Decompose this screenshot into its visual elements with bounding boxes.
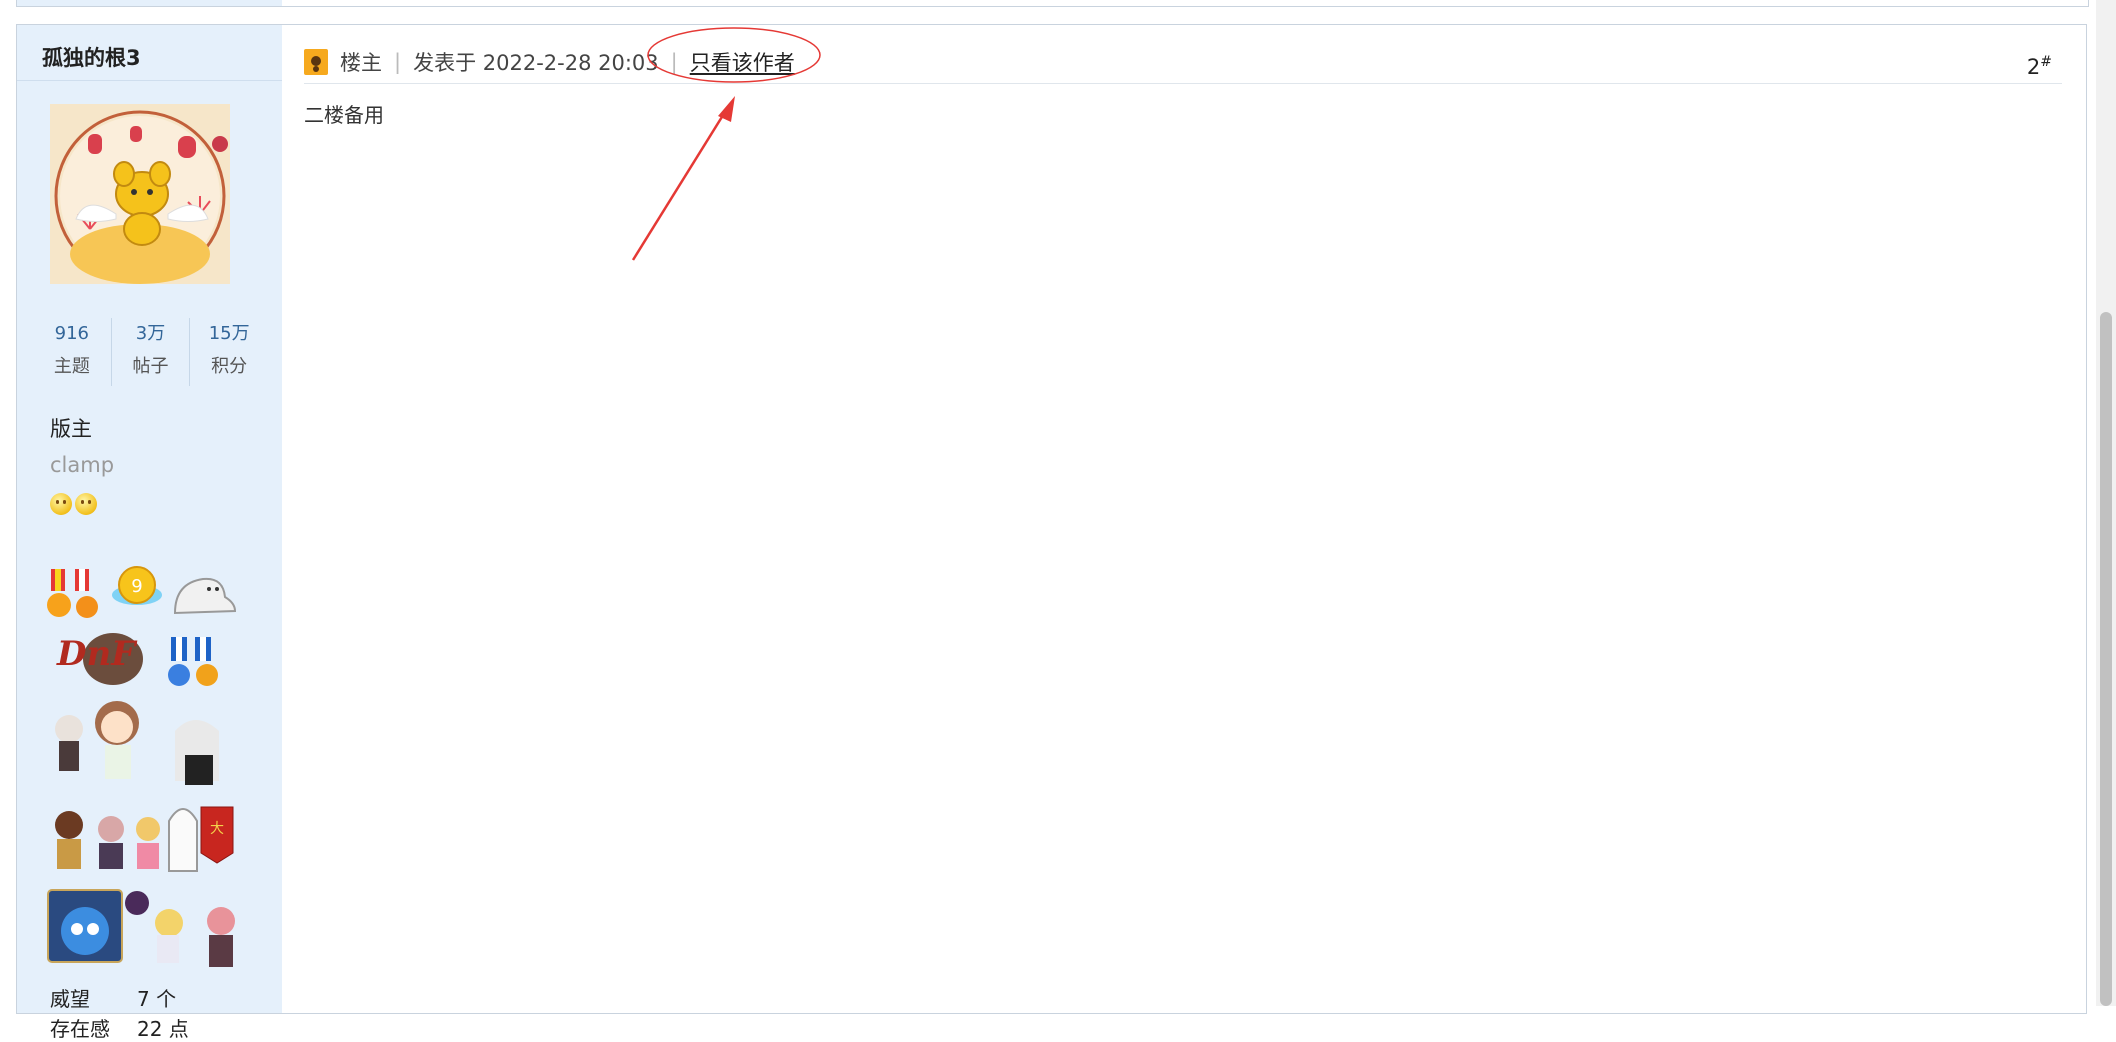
thread-owner-icon xyxy=(304,49,328,75)
banner-flag-icon[interactable]: 大 xyxy=(199,805,235,865)
stat-threads[interactable]: 916 主题 xyxy=(33,318,111,386)
forum-post: 孤独的根3 916 主题 3万 帖子 15万 积分 版主 clamp 9 DnF… xyxy=(16,24,2087,1041)
stat-label: 主题 xyxy=(53,356,90,377)
scrollbar-thumb[interactable] xyxy=(2100,312,2112,1006)
character-pink-hair-icon[interactable] xyxy=(199,905,243,969)
post-main: 楼主 | 发表于 2022-2-28 20:03 | 只看该作者 2# 二楼备用 xyxy=(282,25,2086,1013)
character-fairy-icon[interactable] xyxy=(125,889,197,965)
medal-blue-icon[interactable] xyxy=(167,637,229,689)
svg-text:大: 大 xyxy=(210,821,224,837)
author-stats: 916 主题 3万 帖子 15万 积分 xyxy=(33,318,268,386)
previous-post-edge xyxy=(16,0,2089,7)
info-presence: 存在感 22 点 xyxy=(50,1013,189,1042)
stat-value[interactable]: 15万 xyxy=(190,318,268,350)
info-value: 22 点 xyxy=(137,1017,189,1041)
stat-value[interactable]: 3万 xyxy=(112,318,190,350)
op-label: 楼主 xyxy=(340,51,382,75)
separator: | xyxy=(394,50,402,74)
floor-mark: # xyxy=(2040,54,2052,70)
stat-label: 积分 xyxy=(211,356,248,377)
seal-icon[interactable] xyxy=(165,565,237,621)
smiley-icon xyxy=(50,493,72,515)
stat-value[interactable]: 916 xyxy=(33,318,111,350)
stat-posts[interactable]: 3万 帖子 xyxy=(110,318,190,386)
character-pink-icon[interactable] xyxy=(91,813,131,871)
avatar[interactable] xyxy=(50,104,230,284)
floor-number-value: 2 xyxy=(2026,55,2041,79)
medal-ribbon-icon[interactable] xyxy=(47,567,109,625)
author-username[interactable]: 孤独的根3 xyxy=(42,42,141,72)
character-blonde-icon[interactable] xyxy=(131,813,165,871)
info-key: 存在感 xyxy=(50,1017,110,1041)
character-figure-icon[interactable] xyxy=(47,711,91,777)
character-white-hair-icon[interactable] xyxy=(165,711,231,787)
separator: | xyxy=(670,50,678,74)
custom-title: clamp xyxy=(50,453,115,477)
divider xyxy=(17,80,282,81)
rank-stars xyxy=(50,493,97,515)
view-author-only-link[interactable]: 只看该作者 xyxy=(690,47,795,77)
post-time: 发表于 2022-2-28 20:03 xyxy=(413,51,659,75)
dnf-logo-icon[interactable]: DnF xyxy=(47,625,167,689)
post-content: 二楼备用 xyxy=(304,103,384,127)
info-value: 7 个 xyxy=(137,987,177,1011)
gold-badge-icon[interactable]: 9 xyxy=(111,565,163,613)
svg-text:DnF: DnF xyxy=(56,634,138,674)
smiley-icon xyxy=(75,493,97,515)
author-sidebar: 孤独的根3 916 主题 3万 帖子 15万 积分 版主 clamp 9 DnF… xyxy=(17,25,282,1041)
stat-points[interactable]: 15万 积分 xyxy=(189,318,268,386)
blue-character-badge-icon[interactable] xyxy=(47,889,123,963)
character-girl-icon[interactable] xyxy=(87,697,149,787)
info-key: 威望 xyxy=(50,987,90,1011)
user-group[interactable]: 版主 xyxy=(50,413,92,443)
post-header: 楼主 | 发表于 2022-2-28 20:03 | 只看该作者 2# xyxy=(304,41,2062,84)
ghost-figure-icon[interactable] xyxy=(165,797,201,873)
character-princess-icon[interactable] xyxy=(47,807,91,871)
svg-text:9: 9 xyxy=(131,576,142,597)
medal-list: 9 DnF 大 xyxy=(47,557,277,977)
floor-number[interactable]: 2# xyxy=(2027,41,2052,88)
stat-label: 帖子 xyxy=(132,356,169,377)
info-prestige: 威望 7 个 xyxy=(50,983,176,1012)
